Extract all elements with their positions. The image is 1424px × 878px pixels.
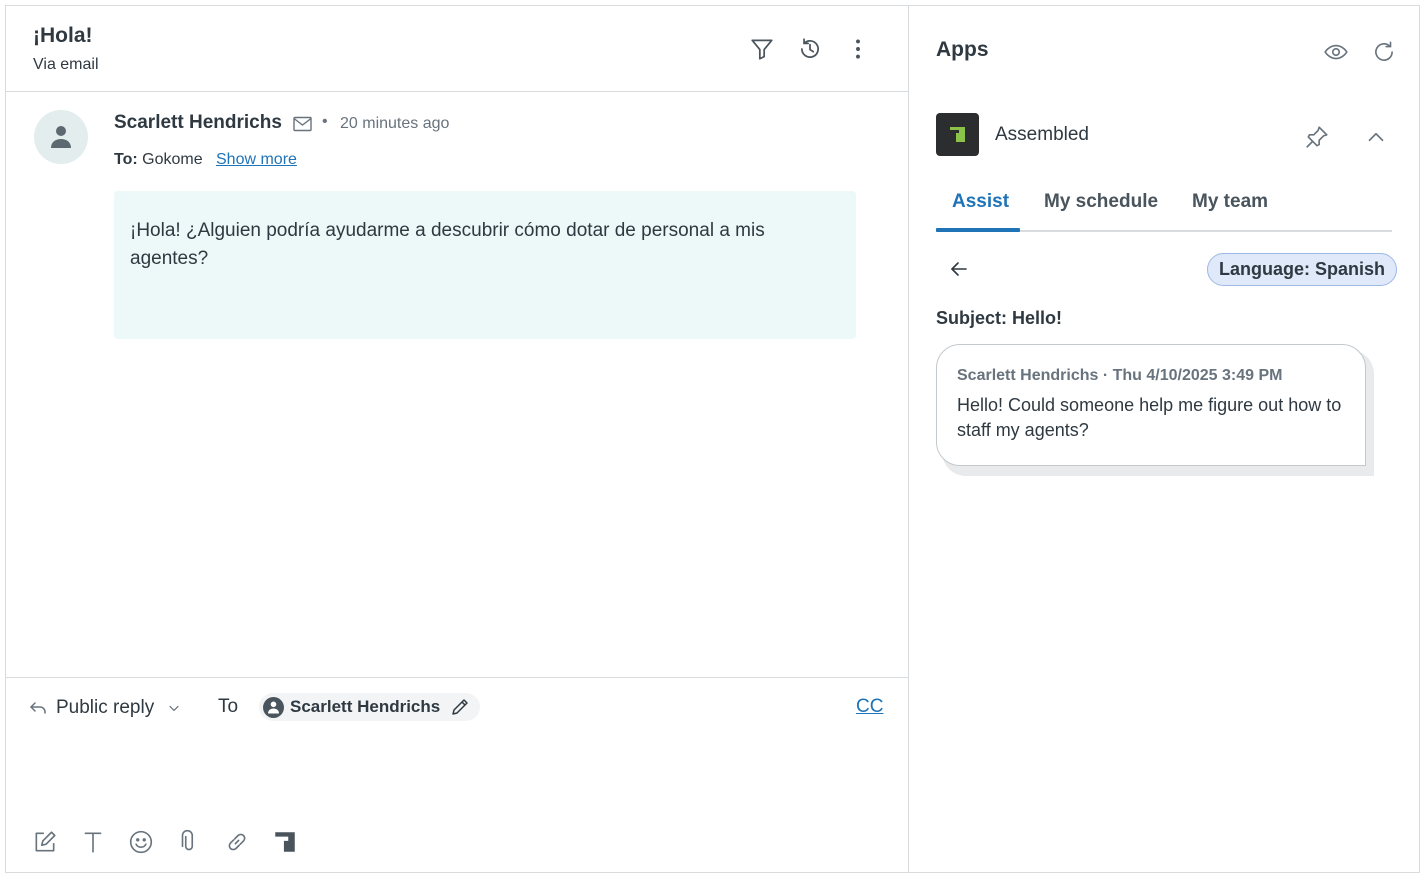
recipient-name: Scarlett Hendrichs	[290, 697, 441, 716]
ticket-header: ¡Hola! Via email	[6, 6, 909, 92]
to-value: Gokome	[142, 151, 203, 168]
eye-icon[interactable]	[1323, 39, 1349, 65]
edit-pencil-icon[interactable]	[450, 697, 470, 717]
more-vertical-icon[interactable]	[845, 36, 871, 62]
pin-icon[interactable]	[1304, 124, 1330, 150]
translation-text: Hello! Could someone help me figure out …	[957, 395, 1342, 440]
tab-my-schedule[interactable]: My schedule	[1044, 191, 1158, 213]
assembled-logo	[936, 113, 979, 156]
meta-separator: •	[322, 113, 328, 130]
reply-arrow-icon	[30, 702, 46, 714]
chevron-up-icon[interactable]	[1363, 124, 1389, 150]
ticket-title: ¡Hola!	[33, 24, 93, 47]
text-format-icon[interactable]	[80, 829, 106, 855]
apps-title: Apps	[936, 38, 989, 61]
tab-my-team[interactable]: My team	[1192, 191, 1268, 213]
translation-meta: Scarlett Hendrichs · Thu 4/10/2025 3:49 …	[957, 367, 1283, 384]
refresh-icon[interactable]	[1371, 39, 1397, 65]
history-icon[interactable]	[797, 36, 823, 62]
apps-panel: Apps Assembled Assist My schedule My tea…	[910, 6, 1420, 872]
message-body: ¡Hola! ¿Alguien podría ayudarme a descub…	[114, 191, 856, 339]
recipient-avatar-icon	[263, 696, 284, 718]
email-envelope-icon	[293, 116, 312, 132]
recipient-line: To: Gokome	[114, 151, 203, 169]
emoji-icon[interactable]	[128, 829, 154, 855]
translation-card: Scarlett Hendrichs · Thu 4/10/2025 3:49 …	[936, 344, 1366, 466]
sender-name[interactable]: Scarlett Hendrichs	[114, 112, 282, 134]
filter-icon[interactable]	[749, 36, 775, 62]
active-tab-indicator	[936, 228, 1020, 232]
sender-avatar[interactable]	[34, 110, 88, 164]
cc-link[interactable]: CC	[856, 696, 883, 718]
show-more-link[interactable]: Show more	[216, 151, 297, 169]
attachment-icon[interactable]	[176, 829, 202, 855]
assembled-icon[interactable]	[272, 829, 298, 855]
reply-to-label: To	[218, 696, 239, 717]
message-time: 20 minutes ago	[340, 115, 450, 132]
workspace-frame: ¡Hola! Via email Scarlett Hendrichs • 20…	[5, 5, 1420, 873]
compose-icon[interactable]	[32, 829, 58, 855]
link-icon[interactable]	[224, 829, 250, 855]
reply-type-dropdown[interactable]: Public reply	[28, 694, 182, 722]
ticket-pane: ¡Hola! Via email Scarlett Hendrichs • 20…	[6, 6, 909, 872]
reply-type-label: Public reply	[56, 697, 155, 718]
app-name: Assembled	[995, 124, 1089, 145]
translated-subject: Subject: Hello!	[936, 308, 1063, 328]
recipient-chip[interactable]: Scarlett Hendrichs	[259, 693, 481, 721]
tab-assist[interactable]: Assist	[952, 191, 1009, 213]
app-tabs: Assist My schedule My team	[936, 185, 1392, 232]
reply-composer: Public reply To Scarlett Hendrichs CC	[6, 677, 909, 872]
ticket-channel: Via email	[33, 56, 99, 73]
chevron-down-icon	[169, 705, 179, 711]
language-badge: Language: Spanish	[1207, 253, 1398, 286]
back-arrow-icon[interactable]	[948, 258, 970, 280]
to-label: To:	[114, 151, 138, 168]
